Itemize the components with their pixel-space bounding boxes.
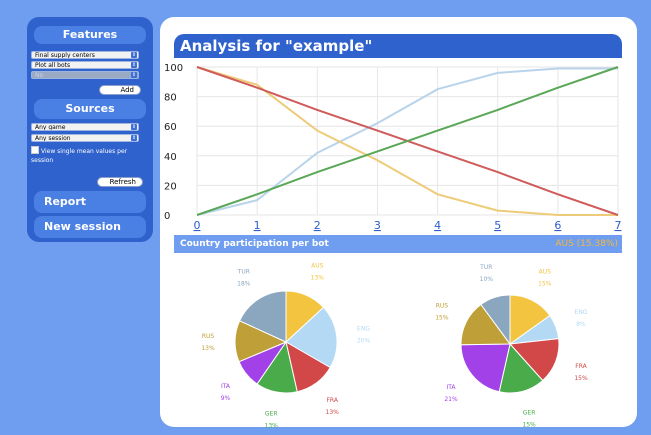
select-arrow-icon: ⇕ — [131, 72, 137, 78]
x-tick-link[interactable]: 1 — [254, 219, 261, 232]
slice-percent: 15% — [538, 280, 552, 287]
slice-label: RUS — [436, 302, 449, 309]
checkbox-icon[interactable] — [31, 146, 39, 154]
select-arrow-icon: ⇕ — [131, 124, 137, 130]
slice-label: FRA — [575, 363, 587, 370]
sources-heading: Sources — [34, 99, 146, 119]
x-tick-link[interactable]: 4 — [434, 219, 441, 232]
x-tick-link[interactable]: 2 — [314, 219, 321, 232]
x-tick-link[interactable]: 0 — [194, 219, 201, 232]
add-button[interactable]: Add — [99, 85, 141, 95]
feature-select[interactable]: Final supply centers ⇕ — [31, 51, 139, 59]
slice-percent: 15% — [522, 422, 536, 429]
slice-percent: 13% — [311, 275, 325, 282]
pie-charts: AUS 13% ENG 20% FRA 13% GER 13% ITA 9% RUS 13% TUR 18… — [201, 263, 588, 430]
sidebar: Features Final supply centers ⇕ Plot all … — [27, 17, 153, 242]
mean-values-checkbox[interactable]: View single mean values per session — [31, 146, 141, 165]
y-tick-label: 0 — [164, 211, 170, 222]
slice-percent: 21% — [444, 396, 458, 403]
x-tick-link[interactable]: 3 — [374, 219, 381, 232]
slice-label: RUS — [202, 333, 215, 340]
y-tick-label: 80 — [164, 93, 177, 104]
slice-percent: 8% — [576, 321, 586, 328]
slice-label: ENG — [575, 309, 588, 316]
y-tick-label: 100 — [164, 63, 183, 74]
page-title: Analysis for "example" — [180, 37, 373, 55]
report-link[interactable]: Report — [34, 191, 146, 213]
disabled-select: No ⇕ — [31, 71, 139, 79]
slice-label: TUR — [237, 268, 250, 275]
bots-select[interactable]: Plot all bots ⇕ — [31, 61, 139, 69]
slice-percent: 15% — [435, 314, 449, 321]
slice-percent: 20% — [357, 337, 371, 344]
select-arrow-icon: ⇕ — [131, 135, 137, 141]
slice-label: ENG — [357, 325, 370, 332]
y-tick-label: 20 — [164, 181, 177, 192]
x-tick-link[interactable]: 6 — [554, 219, 561, 232]
slice-percent: 13% — [265, 423, 279, 430]
participation-title: Country participation per bot — [180, 239, 329, 249]
slice-label: GER — [523, 410, 536, 417]
y-tick-label: 60 — [164, 122, 177, 133]
y-tick-label: 40 — [164, 152, 177, 163]
session-select[interactable]: Any session ⇕ — [31, 134, 139, 142]
x-tick-link[interactable]: 5 — [494, 219, 501, 232]
slice-percent: 13% — [326, 409, 340, 416]
participation-highlight: AUS (15.38%) — [555, 239, 618, 249]
slice-label: ITA — [446, 384, 456, 391]
slice-percent: 18% — [237, 280, 251, 287]
refresh-button[interactable]: Refresh — [97, 177, 143, 187]
slice-label: ITA — [221, 383, 231, 390]
slice-label: AUS — [311, 263, 323, 270]
line-chart: 0 20 40 60 80 100 0 1 2 3 4 5 6 7 — [164, 63, 622, 232]
features-heading: Features — [34, 26, 146, 44]
x-tick-link[interactable]: 7 — [615, 219, 622, 232]
slice-percent: 9% — [221, 395, 231, 402]
slice-label: FRA — [326, 397, 338, 404]
slice-label: TUR — [479, 264, 492, 271]
select-arrow-icon: ⇕ — [131, 52, 137, 58]
participation-bar: Country participation per bot AUS (15.38… — [174, 235, 622, 253]
select-arrow-icon: ⇕ — [131, 62, 137, 68]
game-select[interactable]: Any game ⇕ — [31, 123, 139, 131]
title-bar: Analysis for "example" — [174, 34, 622, 58]
slice-percent: 13% — [201, 345, 215, 352]
slice-label: AUS — [539, 268, 551, 275]
slice-percent: 10% — [480, 276, 494, 283]
slice-percent: 15% — [574, 375, 588, 382]
slice-label: GER — [265, 411, 278, 418]
main-panel: Analysis for "example" 0 20 40 60 80 100 0 1 2 3 4… — [160, 17, 637, 430]
new-session-link[interactable]: New session — [34, 216, 146, 238]
